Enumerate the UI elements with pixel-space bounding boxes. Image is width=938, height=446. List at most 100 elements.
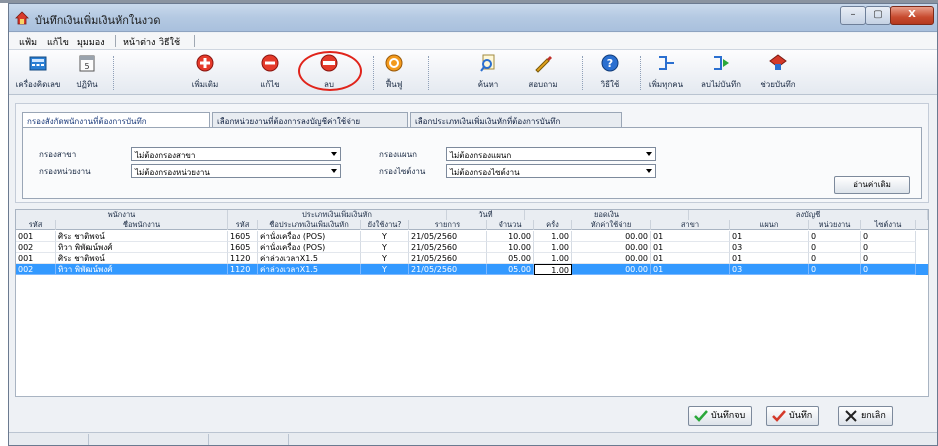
- cell-branch[interactable]: 01: [651, 264, 730, 275]
- cell-emp-name[interactable]: ศิระ ชาติพจน์: [56, 253, 228, 264]
- edit-button[interactable]: แก้ไข: [252, 52, 288, 94]
- calendar-button[interactable]: 5 ปฏิทิน: [67, 52, 107, 94]
- cell-active[interactable]: Y: [361, 231, 409, 242]
- cell-emp-code[interactable]: 002: [16, 242, 56, 253]
- cell-type-code[interactable]: 1120: [228, 264, 258, 275]
- cell-unit[interactable]: 0: [809, 231, 861, 242]
- dept-filter-select[interactable]: ไม่ต้องกรองแผนก: [446, 147, 656, 161]
- unit-filter-select[interactable]: ไม่ต้องกรองหน่วยงาน: [131, 164, 341, 178]
- menu-help[interactable]: วิธีใช้: [159, 35, 180, 49]
- section-filter-select[interactable]: ไม่ต้องกรองไซต์งาน: [446, 164, 656, 178]
- help-button[interactable]: ? วิธีใช้: [592, 52, 628, 94]
- cell-emp-code[interactable]: 002: [16, 264, 56, 275]
- cell-active[interactable]: Y: [361, 242, 409, 253]
- cell-emp-code[interactable]: 001: [16, 231, 56, 242]
- data-grid[interactable]: พนักงาน ประเภทเงินเพิ่มเงินหัก วันที่ ยอ…: [15, 209, 929, 397]
- cell-type-name[interactable]: ค่านั่งเครื่อง (POS): [258, 231, 361, 242]
- close-button[interactable]: X: [890, 6, 934, 25]
- menu-file[interactable]: แฟ้ม: [19, 35, 37, 49]
- cell-site[interactable]: 0: [861, 231, 916, 242]
- cell-site[interactable]: 0: [861, 242, 916, 253]
- table-row[interactable]: 002 ทิวา พิพัฒน์พงศ์ 1605 ค่านั่งเครื่อง (P…: [16, 242, 928, 253]
- cell-dept[interactable]: 01: [730, 231, 809, 242]
- col-unit-header[interactable]: หน่วยงาน: [809, 220, 861, 230]
- cell-type-name[interactable]: ค่าล่วงเวลาX1.5: [258, 264, 361, 275]
- cell-emp-name[interactable]: ศิระ ชาติพจน์: [56, 231, 228, 242]
- col-deduct-header[interactable]: หักค่าใช้จ่าย: [572, 220, 651, 230]
- add-all-button[interactable]: เพิ่มทุกคน: [642, 52, 690, 94]
- table-row[interactable]: 001 ศิระ ชาติพจน์ 1605 ค่านั่งเครื่อง (POS)…: [16, 231, 928, 242]
- save-button[interactable]: บันทึก: [766, 406, 820, 426]
- cell-unit[interactable]: 0: [809, 264, 861, 275]
- cell-item-date[interactable]: 21/05/2560: [409, 253, 487, 264]
- tab-type-select[interactable]: เลือกประเภทเงินเพิ่มเงินหักที่ต้องการบัน…: [410, 112, 622, 128]
- cell-amount[interactable]: 10.00: [487, 242, 534, 253]
- cell-deduct[interactable]: 00.00: [572, 264, 651, 275]
- cell-amount[interactable]: 05.00: [487, 253, 534, 264]
- cell-amount[interactable]: 05.00: [487, 264, 534, 275]
- menu-view[interactable]: มุมมอง: [77, 35, 105, 49]
- col-active-header[interactable]: ยังใช้งาน?: [361, 220, 409, 230]
- menu-edit[interactable]: แก้ไข: [47, 35, 69, 49]
- cell-branch[interactable]: 01: [651, 253, 730, 264]
- col-dept-header[interactable]: แผนก: [730, 220, 809, 230]
- cell-deduct[interactable]: 00.00: [572, 242, 651, 253]
- cell-dept[interactable]: 03: [730, 242, 809, 253]
- col-amount-header[interactable]: จำนวน: [487, 220, 534, 230]
- cell-type-name[interactable]: ค่านั่งเครื่อง (POS): [258, 242, 361, 253]
- cell-deduct[interactable]: 00.00: [572, 231, 651, 242]
- menu-window[interactable]: หน้าต่าง: [123, 35, 155, 49]
- cell-branch[interactable]: 01: [651, 231, 730, 242]
- cell-deduct[interactable]: 00.00: [572, 253, 651, 264]
- search-button[interactable]: ค้นหา: [470, 52, 506, 94]
- cell-emp-name[interactable]: ทิวา พิพัฒน์พงศ์: [56, 264, 228, 275]
- add-button[interactable]: เพิ่มเติม: [185, 52, 225, 94]
- cell-type-name[interactable]: ค่าล่วงเวลาX1.5: [258, 253, 361, 264]
- cell-unit[interactable]: 0: [809, 242, 861, 253]
- maximize-button[interactable]: ▢: [865, 6, 891, 25]
- tab-unit-select[interactable]: เลือกหน่วยงานที่ต้องการลงบัญชีค่าใช้จ่าย: [212, 112, 408, 128]
- tab-employee-filter[interactable]: กรองสังกัดพนักงานที่ต้องการบันทึก: [22, 112, 210, 128]
- cell-type-code[interactable]: 1605: [228, 231, 258, 242]
- cell-site[interactable]: 0: [861, 264, 916, 275]
- cell-dept[interactable]: 03: [730, 264, 809, 275]
- help-save-button[interactable]: ช่วยบันทึก: [751, 52, 805, 94]
- minimize-button[interactable]: –: [840, 6, 866, 25]
- save-close-button[interactable]: บันทึกจบ: [688, 406, 753, 426]
- cell-unit[interactable]: 0: [809, 253, 861, 264]
- cell-times[interactable]: 1.00: [534, 231, 572, 242]
- cell-times[interactable]: 1.00: [534, 253, 572, 264]
- calculator-button[interactable]: เครื่องคิดเลข: [13, 52, 63, 94]
- delete-unsaved-button[interactable]: ลบไม่บันทึก: [693, 52, 749, 94]
- cell-times[interactable]: 1.00: [534, 242, 572, 253]
- cell-item-date[interactable]: 21/05/2560: [409, 242, 487, 253]
- cell-item-date[interactable]: 21/05/2560: [409, 264, 487, 275]
- col-type-name-header[interactable]: ชื่อประเภทเงินเพิ่มเงินหัก: [258, 220, 361, 230]
- cell-times[interactable]: 1.00: [534, 264, 572, 275]
- cell-active[interactable]: Y: [361, 264, 409, 275]
- table-row[interactable]: 001 ศิระ ชาติพจน์ 1120 ค่าล่วงเวลาX1.5 Y 21/0…: [16, 253, 928, 264]
- restore-button[interactable]: ฟื้นฟู: [377, 52, 411, 94]
- cell-active[interactable]: Y: [361, 253, 409, 264]
- col-times-header[interactable]: ครั้ง: [534, 220, 572, 230]
- col-branch-header[interactable]: สาขา: [651, 220, 730, 230]
- branch-filter-select[interactable]: ไม่ต้องกรองสาขา: [131, 147, 341, 161]
- cell-type-code[interactable]: 1605: [228, 242, 258, 253]
- cell-site[interactable]: 0: [861, 253, 916, 264]
- cell-amount[interactable]: 10.00: [487, 231, 534, 242]
- title-bar[interactable]: บันทึกเงินเพิ่มเงินหักในงวด – ▢ X: [9, 4, 937, 32]
- col-type-code-header[interactable]: รหัส: [228, 220, 258, 230]
- col-item-header[interactable]: รายการ: [409, 220, 487, 230]
- col-emp-code-header[interactable]: รหัส: [16, 220, 56, 230]
- read-previous-button[interactable]: อ่านค่าเดิม: [834, 176, 910, 194]
- cell-item-date[interactable]: 21/05/2560: [409, 231, 487, 242]
- cell-emp-code[interactable]: 001: [16, 253, 56, 264]
- cell-type-code[interactable]: 1120: [228, 253, 258, 264]
- inquiry-button[interactable]: สอบถาม: [523, 52, 563, 94]
- cell-emp-name[interactable]: ทิวา พิพัฒน์พงศ์: [56, 242, 228, 253]
- col-emp-name-header[interactable]: ชื่อพนักงาน: [56, 220, 228, 230]
- col-site-header[interactable]: ไซต์งาน: [861, 220, 916, 230]
- table-row[interactable]: 002 ทิวา พิพัฒน์พงศ์ 1120 ค่าล่วงเวลาX1.5 Y 2…: [16, 264, 928, 275]
- cancel-button[interactable]: ยกเลิก: [838, 406, 893, 426]
- cell-dept[interactable]: 01: [730, 253, 809, 264]
